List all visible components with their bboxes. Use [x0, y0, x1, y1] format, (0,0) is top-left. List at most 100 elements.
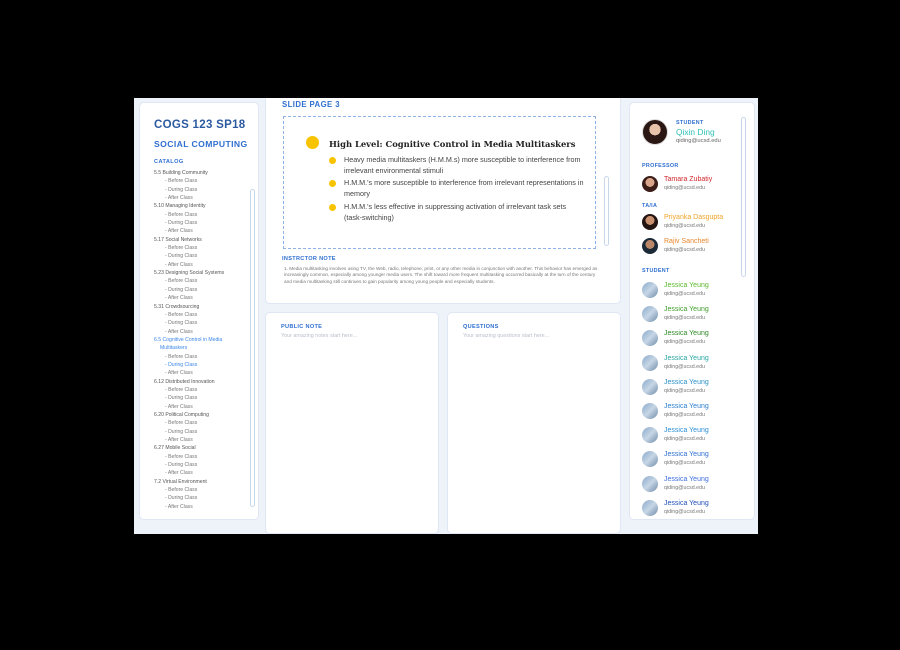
catalog-item[interactable]: 7.2 Virtual Environment	[154, 478, 250, 486]
person-item[interactable]: Jessica Yeung qiding@ucsd.edu	[642, 305, 746, 323]
catalog-subitem[interactable]: - Before Class	[154, 211, 250, 219]
catalog-subitem[interactable]: - During Class	[154, 186, 250, 194]
person-email: qiding@ucsd.edu	[664, 291, 706, 297]
public-note-panel[interactable]: PUBLIC NOTE Your amazing notes start her…	[265, 312, 439, 534]
person-email: qiding@ucsd.edu	[664, 412, 706, 418]
catalog-item[interactable]: 6.20 Political Computing	[154, 411, 250, 419]
person-email: qiding@ucsd.edu	[664, 508, 706, 515]
catalog-item[interactable]: 6.5 Cognitive Control in Media	[154, 336, 250, 344]
catalog-subitem[interactable]: - After Class	[154, 227, 250, 235]
catalog-subitem[interactable]: - During Class	[154, 286, 250, 294]
slide-heading: High Level: Cognitive Control in Media M…	[329, 139, 576, 149]
catalog-subitem[interactable]: - Before Class	[154, 177, 250, 185]
person-item[interactable]: Jessica Yeung qiding@ucsd.edu	[642, 426, 746, 444]
catalog-subitem[interactable]: - Before Class	[154, 419, 250, 427]
catalog-item[interactable]: 6.12 Distributed Innovation	[154, 378, 250, 386]
person-email: qiding@ucsd.edu	[664, 363, 706, 370]
avatar	[642, 330, 658, 347]
person-item[interactable]: Rajiv Sancheti qiding@ucsd.edu	[642, 237, 746, 255]
catalog-subitem[interactable]: - Before Class	[154, 311, 250, 319]
questions-input[interactable]: Your amazing questions start here...	[463, 333, 549, 339]
catalog-label: CATALOG	[154, 159, 184, 165]
avatar	[642, 176, 658, 192]
catalog-subitem[interactable]: - During Class	[154, 219, 250, 227]
avatar	[642, 306, 658, 323]
catalog-scrollbar[interactable]	[250, 189, 255, 507]
avatar	[642, 378, 658, 395]
person-item[interactable]: Jessica Yeung qiding@ucsd.edu	[642, 329, 746, 347]
person-email: qiding@ucsd.edu	[664, 315, 706, 322]
people-scrollbar[interactable]	[741, 117, 746, 277]
catalog-subitem[interactable]: - After Class	[154, 403, 250, 411]
slide-bullet: H.M.M.'s less effective in suppressing a…	[344, 202, 567, 222]
avatar	[642, 403, 658, 419]
catalog-subitem[interactable]: - Before Class	[154, 277, 250, 285]
person-name: Jessica Yeung	[664, 499, 709, 507]
course-sidebar: COGS 123 SP18 SOCIAL COMPUTING CATALOG 5…	[139, 102, 259, 520]
avatar	[642, 214, 658, 230]
catalog-subitem[interactable]: - After Class	[154, 469, 250, 477]
catalog-subitem[interactable]: - Before Class	[154, 386, 250, 394]
public-note-label: PUBLIC NOTE	[281, 324, 323, 330]
person-item[interactable]: Jessica Yeung qiding@ucsd.edu	[642, 499, 746, 517]
catalog-item[interactable]: 5.31 Crowdsourcing	[154, 303, 250, 311]
catalog-item[interactable]: 5.23 Designing Social Systems	[154, 269, 250, 277]
questions-panel[interactable]: QUESTIONS Your amazing questions start h…	[447, 312, 621, 534]
catalog-subitem[interactable]: - Before Class	[154, 486, 250, 494]
avatar	[642, 451, 658, 468]
public-note-input[interactable]: Your amazing notes start here...	[281, 333, 357, 339]
person-email: qiding@ucsd.edu	[664, 223, 706, 229]
instructor-note-label: INSTRCTOR NOTE	[282, 256, 336, 262]
catalog-subitem[interactable]: - After Class	[154, 328, 250, 336]
avatar	[642, 119, 668, 145]
person-item[interactable]: Jessica Yeung qiding@ucsd.edu	[642, 378, 746, 396]
person-name: Priyanka Dasgupta	[664, 214, 724, 221]
current-user-email: qiding@ucsd.edu	[676, 138, 721, 144]
professor-section-label: PROFESSOR	[642, 163, 679, 169]
slide-scrollbar[interactable]	[604, 176, 609, 246]
catalog-subitem[interactable]: - During Class	[154, 394, 250, 402]
person-item[interactable]: Priyanka Dasgupta qiding@ucsd.edu	[642, 213, 746, 231]
catalog-item[interactable]: Multitaskers	[154, 344, 250, 352]
catalog-subitem[interactable]: - After Class	[154, 261, 250, 269]
person-item[interactable]: Jessica Yeung qiding@ucsd.edu	[642, 402, 746, 420]
catalog-item[interactable]: 5.10 Managing Identity	[154, 202, 250, 210]
catalog-subitem[interactable]: - After Class	[154, 503, 250, 511]
catalog-subitem[interactable]: - During Class	[154, 428, 250, 436]
person-name: Rajiv Sancheti	[664, 238, 709, 245]
catalog-subitem[interactable]: - After Class	[154, 436, 250, 444]
catalog-subitem[interactable]: - Before Class	[154, 453, 250, 461]
app-screen: COGS 123 SP18 SOCIAL COMPUTING CATALOG 5…	[134, 98, 758, 534]
person-item[interactable]: Jessica Yeung qiding@ucsd.edu	[642, 450, 746, 468]
catalog-item[interactable]: 5.5 Building Community	[154, 169, 250, 177]
catalog-subitem[interactable]: - Before Class	[154, 353, 250, 361]
heading-bullet-icon	[306, 136, 319, 149]
person-name: Jessica Yeung	[664, 403, 709, 410]
person-email: qiding@ucsd.edu	[664, 436, 706, 443]
catalog-item[interactable]: 6.27 Mobile Social	[154, 444, 250, 452]
avatar	[642, 427, 658, 444]
questions-label: QUESTIONS	[463, 324, 499, 330]
catalog-subitem[interactable]: - Before Class	[154, 244, 250, 252]
catalog-subitem[interactable]: - After Class	[154, 194, 250, 202]
catalog-subitem[interactable]: - During Class	[154, 361, 250, 369]
student-section-label: STUDENT	[642, 268, 670, 274]
catalog-subitem[interactable]: - During Class	[154, 461, 250, 469]
catalog-subitem[interactable]: - During Class	[154, 319, 250, 327]
course-name: SOCIAL COMPUTING	[154, 139, 248, 149]
catalog-subitem[interactable]: - During Class	[154, 252, 250, 260]
catalog-subitem[interactable]: - After Class	[154, 369, 250, 377]
person-name: Jessica Yeung	[664, 306, 709, 314]
catalog-subitem[interactable]: - During Class	[154, 494, 250, 502]
person-item[interactable]: Tamara Zubatiy qiding@ucsd.edu	[642, 175, 746, 193]
slide-page-label: SLIDE PAGE 3	[282, 100, 340, 109]
person-name: Jessica Yeung	[664, 330, 709, 338]
person-item[interactable]: Jessica Yeung qiding@ucsd.edu	[642, 281, 746, 299]
person-email: qiding@ucsd.edu	[664, 387, 706, 394]
person-name: Jessica Yeung	[664, 354, 709, 362]
catalog-subitem[interactable]: - After Class	[154, 294, 250, 302]
person-name: Jessica Yeung	[664, 378, 709, 386]
person-item[interactable]: Jessica Yeung qiding@ucsd.edu	[642, 475, 746, 493]
person-item[interactable]: Jessica Yeung qiding@ucsd.edu	[642, 354, 746, 372]
catalog-item[interactable]: 5.17 Social Networks	[154, 236, 250, 244]
